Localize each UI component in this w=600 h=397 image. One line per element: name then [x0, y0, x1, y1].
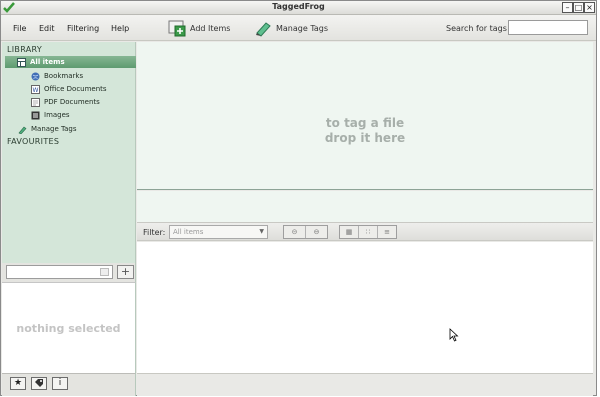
app-window: TaggedFrog – □ × File Edit Filtering Hel… — [0, 0, 597, 396]
link-or-button[interactable]: ⊖ — [306, 226, 327, 238]
menu-file[interactable]: File — [13, 24, 26, 33]
tag-pencil-icon — [18, 125, 27, 134]
sidebar-item-label: Office Documents — [44, 85, 107, 93]
tag-filter-bar: + — [2, 263, 136, 282]
sidebar-item-images[interactable]: Images — [31, 109, 70, 121]
menu-toolbar: File Edit Filtering Help Add Items Manag — [1, 15, 596, 41]
add-items-icon — [168, 20, 186, 37]
menu-help[interactable]: Help — [111, 24, 129, 33]
chevron-down-icon: ▼ — [259, 228, 264, 235]
search-tags-input[interactable] — [508, 20, 588, 35]
menu-edit[interactable]: Edit — [39, 24, 55, 33]
tiles-icon: ∷ — [365, 228, 371, 236]
tags-button[interactable] — [31, 377, 47, 390]
filter-label: Filter: — [143, 228, 166, 237]
filter-bar: Filter: All items ▼ ⊝ ⊖ ▦ ∷ ≡ — [137, 222, 593, 241]
grid-icon: ▦ — [345, 228, 353, 236]
details-panel: nothing selected — [2, 282, 136, 373]
sidebar-item-label: Bookmarks — [44, 72, 84, 80]
view-tiles-button[interactable]: ∷ — [359, 226, 378, 238]
sidebar-item-label: Manage Tags — [31, 125, 77, 133]
window-title: TaggedFrog — [272, 2, 325, 11]
favourites-heading: FAVOURITES — [7, 137, 60, 146]
link-toggle-group: ⊝ ⊖ — [283, 225, 328, 239]
sidebar-bottom-toolbar: ★ i — [2, 373, 136, 396]
mouse-cursor-icon — [449, 328, 459, 342]
minimize-button[interactable]: – — [562, 2, 573, 13]
info-icon: i — [58, 378, 62, 388]
drop-hint-line1: to tag a file — [325, 116, 405, 130]
library-sidebar: LIBRARY All items Bookmarks W Office Doc… — [2, 42, 136, 263]
link-icon: ⊝ — [291, 228, 298, 236]
add-items-button[interactable]: Add Items — [168, 19, 230, 37]
empty-selection-text: nothing selected — [16, 322, 121, 335]
pdf-document-icon — [31, 97, 40, 107]
globe-icon — [31, 72, 40, 81]
close-button[interactable]: × — [584, 2, 595, 13]
info-button[interactable]: i — [52, 377, 68, 390]
filter-selected-value: All items — [173, 228, 204, 236]
view-mode-group: ▦ ∷ ≡ — [339, 225, 397, 239]
sidebar-item-all-items[interactable]: All items — [5, 56, 136, 68]
image-film-icon — [31, 111, 40, 120]
add-items-label: Add Items — [190, 23, 231, 33]
manage-tags-label: Manage Tags — [276, 23, 329, 33]
tags-icon — [34, 379, 44, 390]
svg-text:W: W — [33, 87, 39, 94]
add-tag-button[interactable]: + — [117, 265, 134, 279]
sidebar-item-label: PDF Documents — [44, 98, 100, 106]
sidebar-item-pdf-documents[interactable]: PDF Documents — [31, 96, 100, 108]
menu-filtering[interactable]: Filtering — [67, 24, 99, 33]
view-list-button[interactable]: ≡ — [378, 226, 396, 238]
maximize-button[interactable]: □ — [573, 2, 584, 13]
status-area — [137, 373, 593, 396]
sidebar-item-bookmarks[interactable]: Bookmarks — [31, 70, 83, 82]
sidebar-item-manage-tags[interactable]: Manage Tags — [18, 123, 77, 135]
star-icon: ★ — [13, 378, 23, 388]
list-icon: ≡ — [384, 228, 390, 236]
drop-hint-line2: drop it here — [324, 131, 406, 145]
tag-filter-input[interactable] — [6, 265, 113, 279]
view-grid-button[interactable]: ▦ — [340, 226, 359, 238]
title-bar: TaggedFrog – □ × — [1, 1, 596, 15]
search-tags-label: Search for tags — [446, 24, 507, 33]
word-document-icon: W — [31, 84, 40, 94]
sidebar-item-office-documents[interactable]: W Office Documents — [31, 83, 107, 95]
clear-filter-icon[interactable] — [100, 268, 109, 276]
tag-pencil-icon — [254, 20, 272, 37]
drop-hint: to tag a file drop it here — [137, 116, 593, 146]
sidebar-item-label: Images — [44, 111, 70, 119]
drop-zone[interactable]: to tag a file drop it here — [137, 42, 593, 190]
unlink-icon: ⊖ — [313, 228, 320, 236]
favourites-button[interactable]: ★ — [10, 377, 26, 390]
link-and-button[interactable]: ⊝ — [284, 226, 306, 238]
all-items-icon — [17, 57, 26, 67]
tag-area[interactable] — [137, 191, 593, 222]
manage-tags-button[interactable]: Manage Tags — [254, 19, 328, 37]
library-heading: LIBRARY — [7, 45, 43, 54]
filter-select[interactable]: All items ▼ — [169, 225, 268, 239]
sidebar-item-label: All items — [30, 58, 65, 66]
items-list[interactable] — [137, 242, 593, 373]
